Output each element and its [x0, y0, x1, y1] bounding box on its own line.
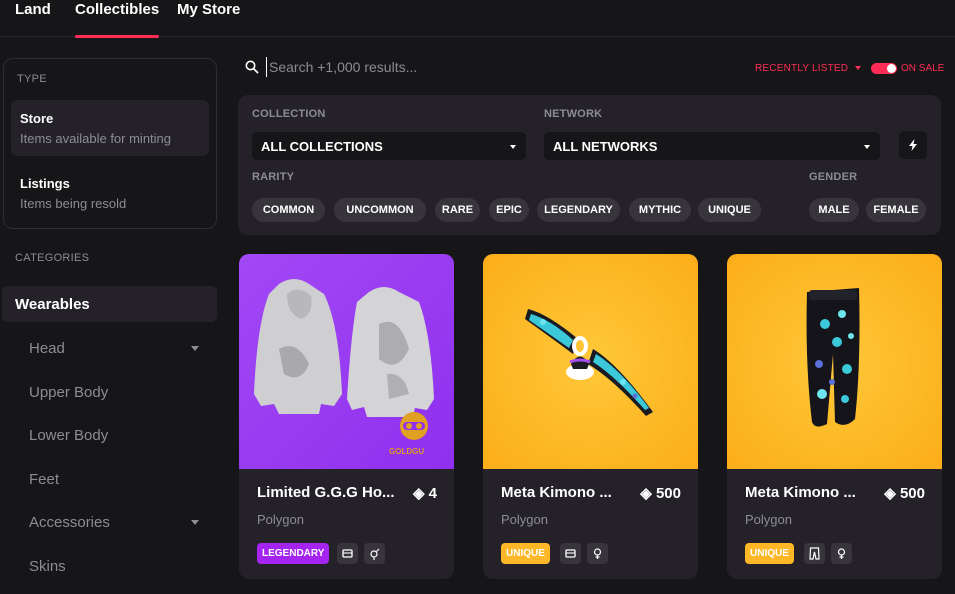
item-title: Meta Kimono ... [501, 484, 612, 501]
sort-dropdown[interactable]: RECENTLY LISTED [755, 63, 862, 74]
type-item-listings[interactable]: Listings Items being resold [11, 165, 209, 221]
rarity-chip-legendary[interactable]: LEGENDARY [537, 198, 620, 222]
item-price: ◈ 500 [640, 484, 681, 502]
mana-icon: ◈ [640, 485, 652, 502]
type-item-store[interactable]: Store Items available for minting [11, 100, 209, 156]
rarity-badge: UNIQUE [501, 543, 550, 564]
chevron-down-icon [191, 520, 199, 525]
type-item-desc: Items available for minting [20, 131, 172, 146]
on-sale-label: ON SALE [901, 63, 945, 74]
collection-value: ALL COLLECTIONS [261, 139, 383, 154]
item-network: Polygon [257, 512, 304, 527]
tab-land[interactable]: Land [15, 0, 51, 37]
lightning-icon [909, 139, 917, 151]
category-wearables[interactable]: Wearables [2, 286, 217, 322]
tab-my-store[interactable]: My Store [177, 0, 240, 37]
mana-icon: ◈ [412, 485, 425, 502]
collection-label: COLLECTION [252, 108, 326, 120]
rarity-badge: LEGENDARY [257, 543, 330, 564]
search-input[interactable] [266, 57, 566, 77]
top-nav: Land Collectibles My Store [0, 0, 955, 38]
toggle-knob [887, 64, 896, 73]
type-item-desc: Items being resold [20, 196, 127, 211]
type-item-name: Store [20, 111, 54, 126]
item-price: ◈ 4 [413, 484, 437, 502]
unisex-icon [364, 543, 385, 564]
search-icon [245, 60, 259, 74]
item-card[interactable]: Meta Kimono ... ◈ 500 Polygon UNIQUE [727, 254, 942, 579]
type-item-name: Listings [20, 176, 70, 191]
rarity-label: RARITY [252, 171, 295, 183]
category-head[interactable]: Head [29, 340, 199, 357]
category-skins[interactable]: Skins [29, 558, 199, 575]
gender-chip-male[interactable]: MALE [809, 198, 859, 222]
rarity-chip-epic[interactable]: EPIC [489, 198, 529, 222]
mana-icon: ◈ [884, 485, 896, 502]
network-select[interactable]: ALL NETWORKS [544, 132, 880, 160]
category-upper-body[interactable]: Upper Body [29, 384, 199, 401]
collection-select[interactable]: ALL COLLECTIONS [252, 132, 526, 160]
item-image [727, 254, 942, 469]
category-feet[interactable]: Feet [29, 471, 199, 488]
type-title: TYPE [17, 73, 47, 85]
item-network: Polygon [745, 512, 792, 527]
tab-collectibles[interactable]: Collectibles [75, 0, 160, 38]
item-price-value: 500 [899, 485, 925, 502]
lightning-button[interactable] [899, 131, 927, 159]
item-card[interactable]: Meta Kimono ... ◈ 500 Polygon UNIQUE [483, 254, 698, 579]
item-price-value: 500 [655, 485, 681, 502]
item-price-value: 4 [428, 485, 437, 502]
network-value: ALL NETWORKS [553, 139, 658, 154]
chevron-down-icon [855, 66, 862, 71]
category-label: Accessories [29, 514, 110, 531]
item-title: Limited G.G.G Ho... [257, 484, 395, 501]
item-image: GOLDGU [239, 254, 454, 469]
chevron-down-icon [510, 145, 516, 149]
rarity-chip-mythic[interactable]: MYTHIC [629, 198, 691, 222]
sort-label: RECENTLY LISTED [755, 63, 849, 74]
rarity-chip-common[interactable]: COMMON [252, 198, 325, 222]
gender-chip-female[interactable]: FEMALE [866, 198, 926, 222]
category-lower-body[interactable]: Lower Body [29, 427, 199, 444]
chevron-down-icon [191, 346, 199, 351]
rarity-badge: UNIQUE [745, 543, 794, 564]
category-label: Head [29, 340, 65, 357]
item-network: Polygon [501, 512, 548, 527]
item-price: ◈ 500 [884, 484, 925, 502]
female-icon [587, 543, 608, 564]
rarity-chip-uncommon[interactable]: UNCOMMON [334, 198, 426, 222]
upper-body-icon [560, 543, 581, 564]
item-title: Meta Kimono ... [745, 484, 856, 501]
network-label: NETWORK [544, 108, 603, 120]
kimono-top-image [525, 309, 653, 416]
chevron-down-icon [864, 145, 870, 149]
gender-label: GENDER [809, 171, 858, 183]
rarity-chip-rare[interactable]: RARE [435, 198, 480, 222]
upper-body-icon [337, 543, 358, 564]
item-image [483, 254, 698, 469]
lower-body-icon [804, 543, 825, 564]
categories-title: CATEGORIES [15, 252, 90, 264]
goldgu-logo: GOLDGU [389, 447, 424, 456]
category-accessories[interactable]: Accessories [29, 514, 199, 531]
on-sale-toggle[interactable] [871, 63, 897, 74]
hoodie-image: GOLDGU [254, 279, 434, 456]
item-card[interactable]: GOLDGU Limited G.G.G Ho... ◈ 4 Polygon L… [239, 254, 454, 579]
female-icon [831, 543, 852, 564]
rarity-chip-unique[interactable]: UNIQUE [698, 198, 761, 222]
kimono-pants-image [806, 288, 860, 427]
